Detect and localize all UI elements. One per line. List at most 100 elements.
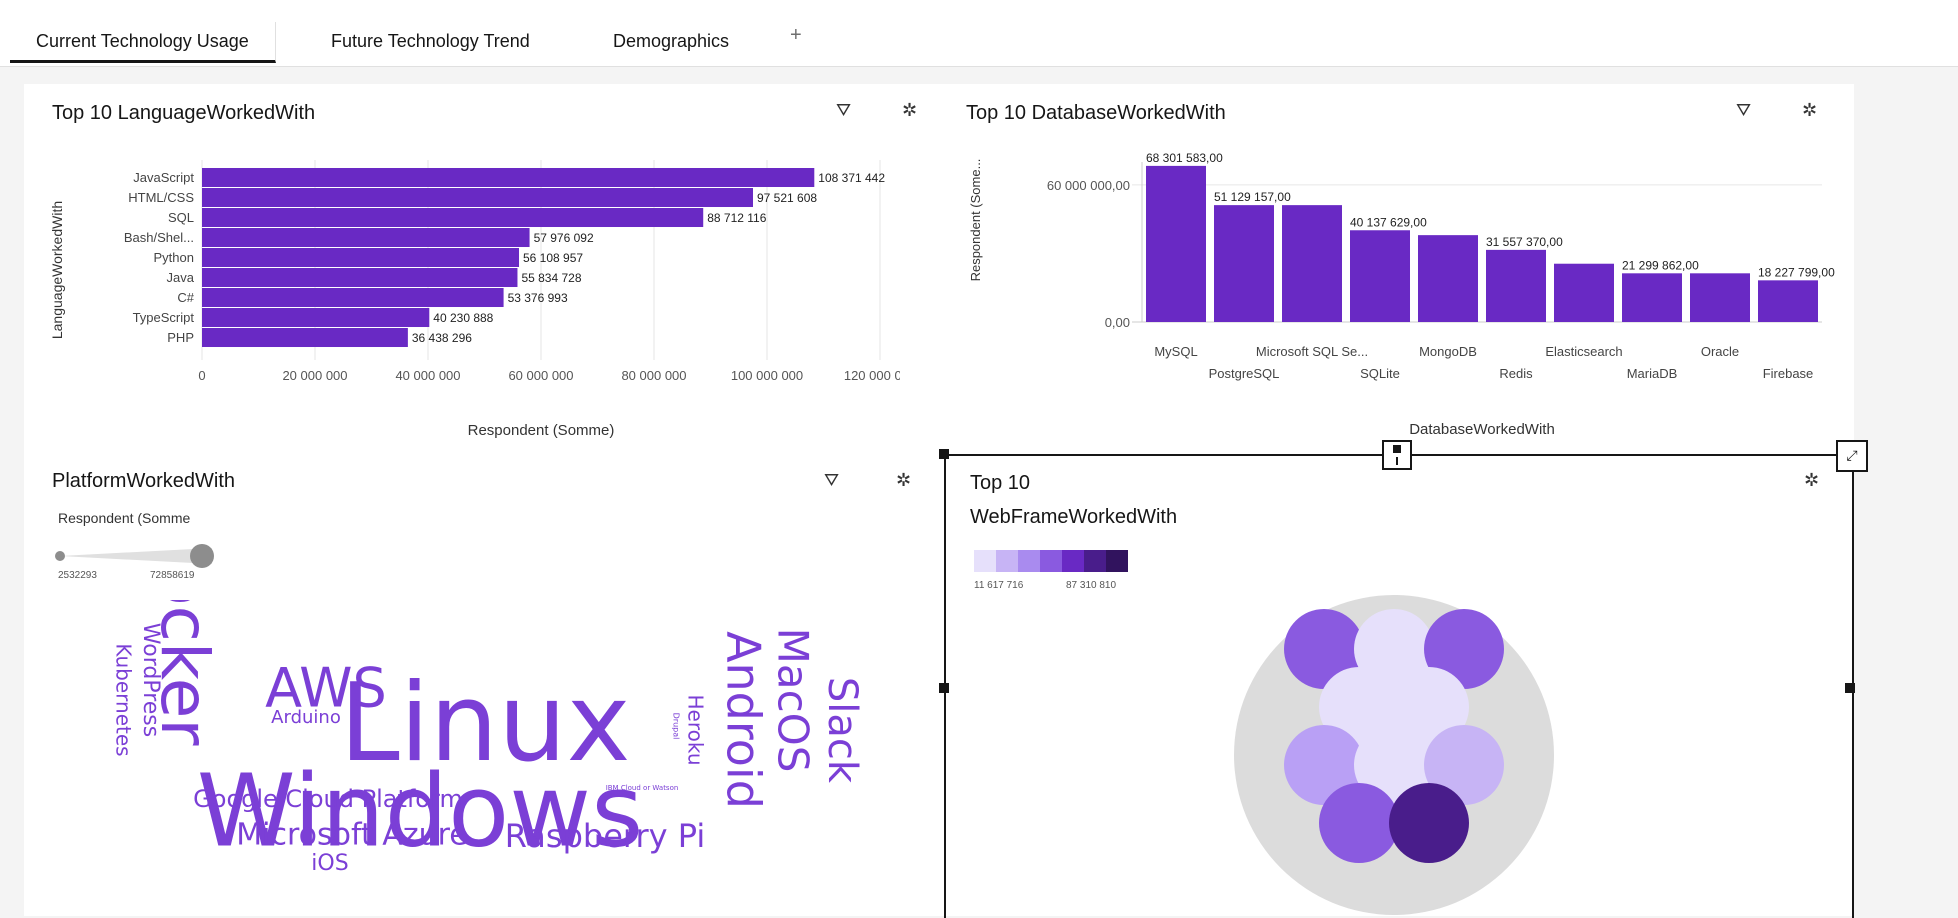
move-handle[interactable] [1382,440,1412,470]
bar [202,188,753,207]
data-label: 56 108 957 [523,251,583,265]
x-tick-label: 0 [198,368,205,383]
filter-icon[interactable]: ⛛ [824,470,839,491]
data-label: 40 230 888 [433,311,493,325]
x-tick-label: PostgreSQL [1209,366,1280,381]
x-tick-label: MariaDB [1627,366,1678,381]
word: WordPress [138,623,163,737]
y-tick-label: Java [167,270,195,285]
x-tick-label: SQLite [1360,366,1400,381]
y-tick-label: 0,00 [1105,315,1130,330]
y-tick-label: SQL [168,210,194,225]
data-label: 21 299 862,00 [1622,258,1699,272]
tab-future-technology-trend[interactable]: Future Technology Trend [305,22,556,60]
filter-icon[interactable]: ⛛ [1736,100,1751,121]
data-label: 97 521 608 [757,191,817,205]
data-label: 31 557 370,00 [1486,235,1563,249]
word: MacOS [769,628,818,773]
size-legend-min-dot [55,551,65,561]
bar [202,208,704,227]
bar [1554,263,1614,322]
filter-icon[interactable]: ⛛ [836,100,851,121]
y-tick-label: Python [154,250,194,265]
x-tick-label: 100 000 000 [731,368,803,383]
tab-demographics[interactable]: Demographics [587,22,755,60]
data-label: 88 712 116 [707,211,766,225]
size-legend: 2532293 72858619 [55,544,214,581]
data-label: 40 137 629,00 [1350,215,1427,229]
y-tick-label: Bash/Shel... [124,230,194,245]
settings-icon[interactable]: ✲ [896,470,911,491]
x-tick-label: Elasticsearch [1545,344,1622,359]
x-tick-label: 40 000 000 [395,368,460,383]
x-axis-label: Respondent (Somme) [468,422,615,439]
word: Kubernetes [112,643,136,756]
bar [202,248,520,267]
y-tick-label: HTML/CSS [128,190,194,205]
x-tick-label: MySQL [1154,344,1197,359]
x-tick-label: 120 000 000 [844,368,900,383]
y-tick-label: 60 000 000,00 [1047,178,1130,193]
x-axis-label: DatabaseWorkedWith [1409,421,1555,438]
size-legend-ramp [60,548,212,564]
x-tick-label: 20 000 000 [282,368,347,383]
size-legend-max-dot [190,544,214,568]
bar [1690,273,1750,322]
bar [202,228,530,247]
data-label: 55 834 728 [521,271,581,285]
y-axis-label: Respondent (Some... [968,159,983,282]
bar [202,268,518,287]
x-tick-label: Firebase [1763,366,1814,381]
data-label: 36 438 296 [412,331,472,345]
x-tick-label: Redis [1499,366,1533,381]
data-label: 18 227 799,00 [1758,265,1835,279]
database-chart-title: Top 10 DatabaseWorkedWith [966,102,1226,124]
bar [1758,280,1818,322]
bar [1418,235,1478,322]
bar [1622,273,1682,322]
bar [1282,205,1342,322]
data-label: 57 976 092 [534,231,594,245]
x-tick-label: 60 000 000 [508,368,573,383]
word: Drupal [672,713,681,740]
word: Google Cloud Platform [193,785,463,813]
bar [1350,230,1410,322]
bar [202,328,408,347]
word: Android [717,631,771,809]
platform-chart-title: PlatformWorkedWith [52,470,236,492]
y-tick-label: PHP [167,330,194,345]
platform-word-cloud: LinuxWindowsDocker AWS AndroidMacOS SlackRa… [112,600,866,876]
x-tick-label: 80 000 000 [621,368,686,383]
tab-current-technology-usage[interactable]: Current Technology Usage [10,22,276,63]
word: IBM Cloud or Watson [606,784,679,792]
resize-handle[interactable] [939,449,949,459]
settings-icon[interactable]: ✲ [1802,100,1817,121]
word: Slack [819,677,865,784]
y-tick-label: JavaScript [133,170,194,185]
y-tick-label: C# [177,290,194,305]
x-tick-label: Oracle [1701,344,1739,359]
resize-handle[interactable] [939,683,949,693]
settings-icon[interactable]: ✲ [902,100,917,121]
y-axis-label: LanguageWorkedWith [49,201,65,339]
word: Raspberry Pi [505,817,705,855]
word: Heroku [684,694,708,765]
data-label: 53 376 993 [508,291,568,305]
word: Arduino [271,707,341,728]
resize-handle[interactable] [1845,683,1855,693]
expand-handle[interactable]: ⤢ [1836,440,1868,472]
bar [202,308,430,327]
tab-bar: Current Technology Usage Future Technolo… [0,0,1958,67]
bar [1146,165,1206,322]
word: iOS [311,851,348,876]
x-tick-label: Microsoft SQL Se... [1256,344,1368,359]
y-tick-label: TypeScript [133,310,195,325]
data-label: 51 129 157,00 [1214,190,1291,204]
bar [1486,249,1546,322]
data-label: 68 301 583,00 [1146,151,1223,165]
language-bar-chart: 0 20 000 000 40 000 000 60 000 000 80 000 00… [49,160,900,439]
size-legend-title: Respondent (Somme [58,510,191,526]
add-tab-button[interactable]: + [790,24,802,47]
language-chart-title: Top 10 LanguageWorkedWith [52,102,316,124]
word: Microsoft Azure [236,818,467,853]
